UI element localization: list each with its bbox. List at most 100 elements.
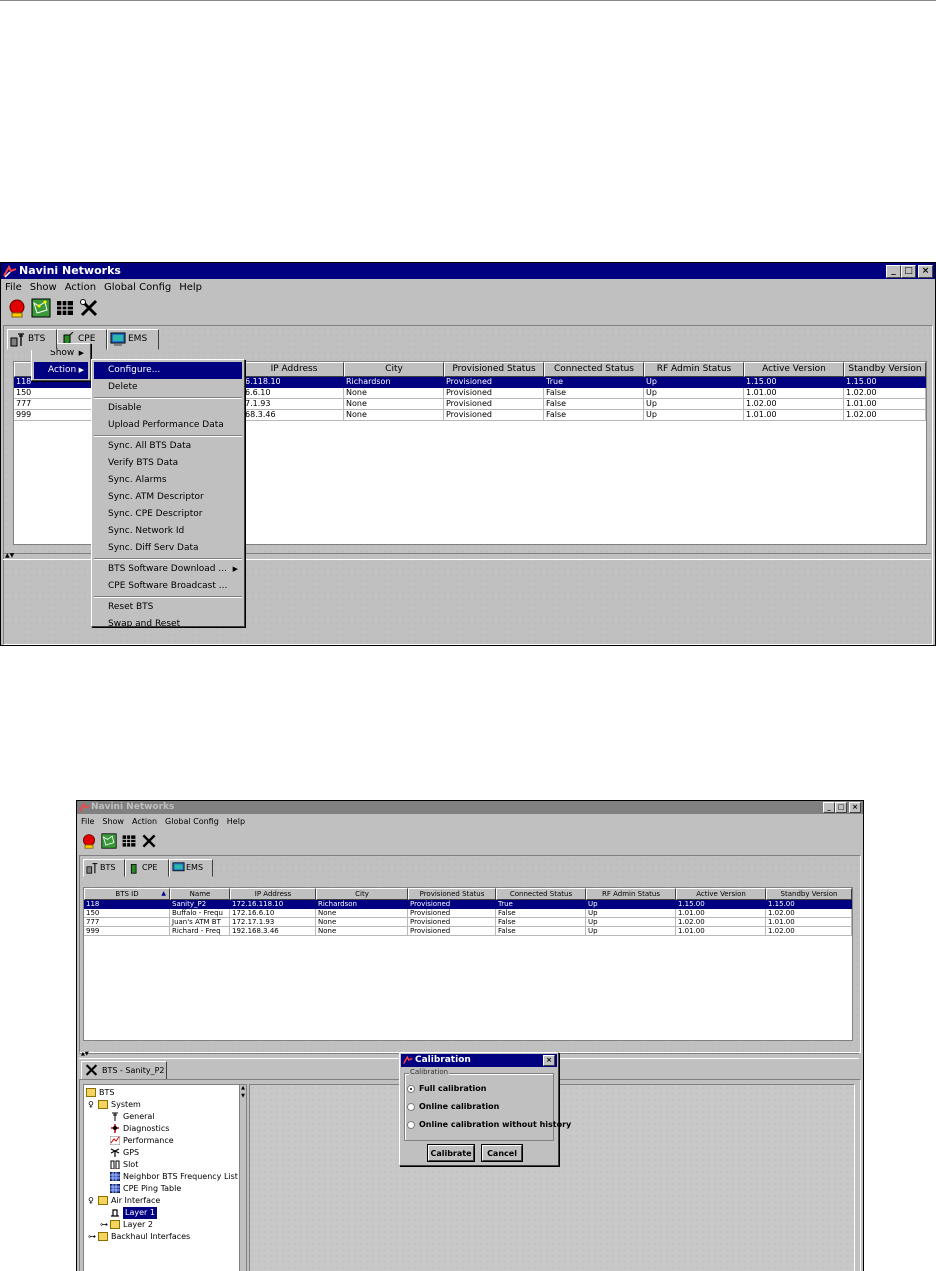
table-cell: Richardson bbox=[344, 377, 444, 388]
menu-global-config[interactable]: Global Config bbox=[161, 814, 223, 829]
tree-node-label: Neighbor BTS Frequency List bbox=[123, 1172, 238, 1181]
menu-item-delete[interactable]: Delete bbox=[94, 379, 242, 396]
tree-expander-icon[interactable]: ⊶ bbox=[100, 1219, 108, 1231]
table-cell: 150 bbox=[84, 909, 170, 918]
column-header[interactable]: IP Address bbox=[244, 362, 344, 377]
minimize-button[interactable]: _ bbox=[823, 802, 835, 813]
column-header[interactable]: Connected Status bbox=[544, 362, 644, 377]
column-header[interactable]: Standby Version bbox=[844, 362, 926, 377]
menu-item-bts-software-download[interactable]: BTS Software Download ... ▶ bbox=[94, 561, 242, 578]
tools-icon[interactable] bbox=[79, 298, 99, 318]
menu-item-sync-network-id[interactable]: Sync. Network Id bbox=[94, 523, 242, 540]
menu-item-upload-performance-data[interactable]: Upload Performance Data bbox=[94, 417, 242, 434]
tree-expander-icon[interactable]: ♀ bbox=[88, 1099, 94, 1111]
tree-expander-icon[interactable]: ♀ bbox=[88, 1195, 94, 1207]
column-header[interactable]: RF Admin Status bbox=[586, 888, 676, 900]
table-row[interactable]: 118 Sanity_P2 172.16.118.10 Richardson Provi… bbox=[84, 900, 852, 909]
tab-cpe[interactable]: CPE bbox=[125, 859, 169, 877]
grid-icon[interactable] bbox=[55, 298, 75, 318]
calibration-group: Calibration Full calibration Online cali… bbox=[404, 1068, 571, 1141]
tab-bts[interactable]: BTS bbox=[7, 329, 57, 350]
split-arrows[interactable]: ▲▼ bbox=[5, 552, 14, 559]
cancel-button[interactable]: Cancel bbox=[482, 1145, 522, 1161]
column-header[interactable]: Standby Version bbox=[766, 888, 852, 900]
tools-icon[interactable] bbox=[141, 833, 157, 849]
table-cell: Provisioned bbox=[408, 918, 496, 927]
menu-item-cpe-software-broadcast[interactable]: CPE Software Broadcast ... bbox=[94, 578, 242, 595]
alarm-light-icon[interactable] bbox=[7, 298, 27, 318]
tab-ems[interactable]: EMS bbox=[107, 329, 159, 350]
menu-help[interactable]: Help bbox=[175, 279, 206, 296]
table-cell: False bbox=[496, 909, 586, 918]
menu-global-config[interactable]: Global Config bbox=[100, 279, 175, 296]
network-map-icon[interactable] bbox=[31, 298, 51, 318]
maximize-button[interactable]: □ bbox=[835, 802, 847, 813]
scroll-down-arrow[interactable]: ▼ bbox=[240, 1093, 246, 1099]
table-cell: False bbox=[544, 399, 644, 410]
scroll-up-arrow[interactable]: ▲ bbox=[240, 1085, 246, 1091]
close-icon[interactable]: × bbox=[543, 1055, 555, 1066]
grid-icon[interactable] bbox=[121, 833, 137, 849]
close-button[interactable]: × bbox=[849, 802, 861, 813]
column-header[interactable]: City bbox=[344, 362, 444, 377]
tab-ems[interactable]: EMS bbox=[169, 859, 213, 877]
column-header[interactable]: Active Version bbox=[676, 888, 766, 900]
column-header[interactable]: Name bbox=[170, 888, 230, 900]
menu-item-sync-cpe-descriptor[interactable]: Sync. CPE Descriptor bbox=[94, 506, 242, 523]
column-header[interactable]: RF Admin Status bbox=[644, 362, 744, 377]
menu-item-sync-atm-descriptor[interactable]: Sync. ATM Descriptor bbox=[94, 489, 242, 506]
menu-action[interactable]: Action bbox=[128, 814, 161, 829]
table-row[interactable]: 150 Buffalo - Frequ 172.16.6.10 None Provisi… bbox=[84, 909, 852, 918]
menu-item-sync-alarms[interactable]: Sync. Alarms bbox=[94, 472, 242, 489]
sort-ascending-icon: ▲ bbox=[161, 890, 166, 897]
table-cell: 1.15.00 bbox=[766, 900, 852, 909]
split-arrows[interactable]: ▲▼ bbox=[81, 1051, 89, 1057]
alarm-light-icon[interactable] bbox=[81, 833, 97, 849]
column-header[interactable]: City bbox=[316, 888, 408, 900]
menu-file[interactable]: File bbox=[77, 814, 98, 829]
menu-item-verify-bts-data[interactable]: Verify BTS Data bbox=[94, 455, 242, 472]
column-header[interactable]: Active Version bbox=[744, 362, 844, 377]
tree-expander-icon[interactable]: ⊶ bbox=[88, 1231, 96, 1243]
column-header[interactable]: Connected Status bbox=[496, 888, 586, 900]
gps-icon bbox=[110, 1148, 120, 1157]
close-button[interactable]: × bbox=[918, 265, 933, 278]
table-cell: False bbox=[496, 918, 586, 927]
menu-item-reset-bts[interactable]: Reset BTS bbox=[94, 599, 242, 616]
menu-action[interactable]: Action bbox=[61, 279, 100, 296]
radio-dot bbox=[407, 1103, 415, 1111]
menu-item-action[interactable]: Action ▶ bbox=[34, 362, 88, 379]
menu-item-swap-and-reset[interactable]: Swap and Reset bbox=[94, 616, 242, 633]
maximize-button[interactable]: □ bbox=[901, 265, 916, 278]
column-header[interactable]: BTS ID ▲ bbox=[84, 888, 170, 900]
table-cell: Richard - Freq bbox=[170, 927, 230, 936]
column-header[interactable]: Provisioned Status bbox=[408, 888, 496, 900]
menu-item-sync-diff-serv-data[interactable]: Sync. Diff Serv Data bbox=[94, 540, 242, 557]
menu-show[interactable]: Show bbox=[26, 279, 61, 296]
menu-item-sync-all-bts-data[interactable]: Sync. All BTS Data bbox=[94, 438, 242, 455]
tree-scrollbar[interactable]: ▲ ▼ bbox=[239, 1084, 247, 1271]
calibrate-button[interactable]: Calibrate bbox=[428, 1145, 474, 1161]
table-cell: Provisioned bbox=[444, 399, 544, 410]
navini-logo-icon bbox=[3, 264, 17, 278]
table-cell: 68.3.46 bbox=[244, 410, 344, 421]
tab-bts[interactable]: BTS bbox=[83, 859, 125, 877]
tab-bts-detail[interactable]: BTS - Sanity_P2 bbox=[81, 1061, 167, 1080]
cpe-modem-icon bbox=[130, 864, 137, 874]
table-row[interactable]: 777 Juan's ATM BT 172.17.1.93 None Provision… bbox=[84, 918, 852, 927]
column-header[interactable]: IP Address bbox=[230, 888, 316, 900]
menu-file[interactable]: File bbox=[1, 279, 26, 296]
menu-help[interactable]: Help bbox=[223, 814, 249, 829]
folder-icon bbox=[98, 1196, 108, 1205]
network-map-icon[interactable] bbox=[101, 833, 117, 849]
dialog-title: Calibration bbox=[415, 1055, 471, 1065]
column-header[interactable]: Provisioned Status bbox=[444, 362, 544, 377]
menu-item-configure[interactable]: Configure... bbox=[94, 362, 242, 379]
table-cell: Provisioned bbox=[408, 909, 496, 918]
table-cell: 999 bbox=[14, 410, 94, 421]
menu-item-disable[interactable]: Disable bbox=[94, 400, 242, 417]
table-row[interactable]: 999 Richard - Freq 192.168.3.46 None Provisi… bbox=[84, 927, 852, 936]
table-cell: Up bbox=[586, 918, 676, 927]
minimize-button[interactable]: _ bbox=[886, 265, 901, 278]
menu-show[interactable]: Show bbox=[98, 814, 128, 829]
